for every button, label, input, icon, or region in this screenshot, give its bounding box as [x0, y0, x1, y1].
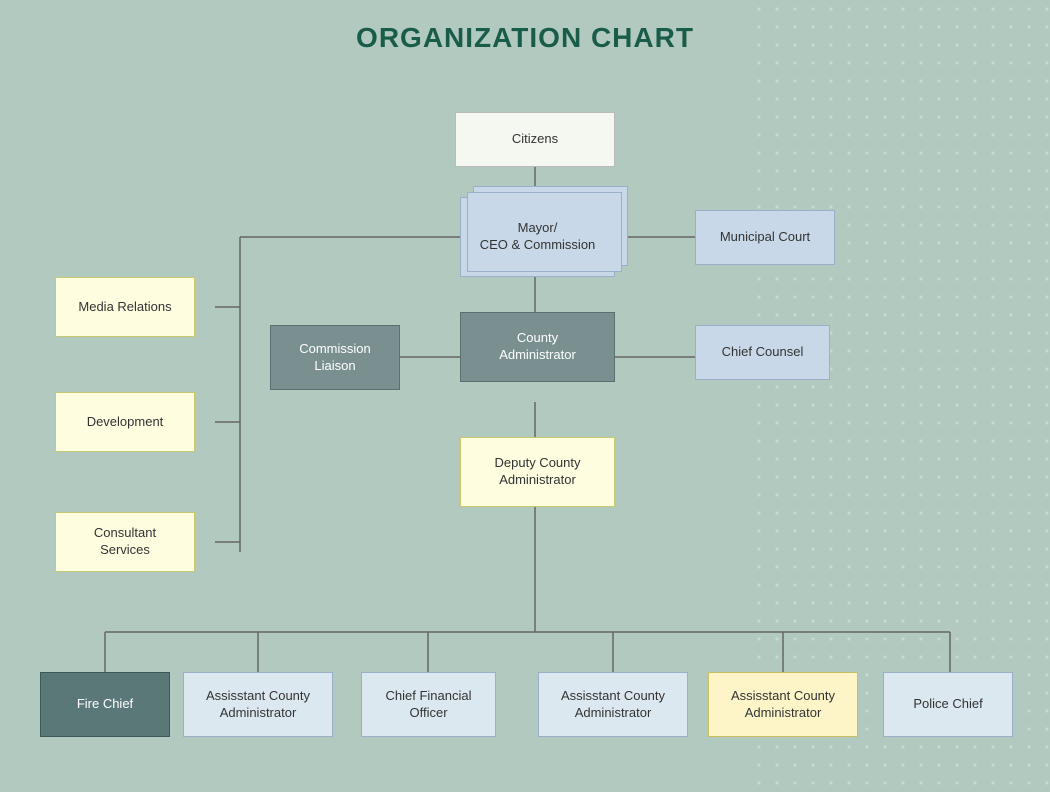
- consultant-services-box: Consultant Services: [55, 512, 195, 572]
- page-title: ORGANIZATION CHART: [0, 0, 1050, 62]
- media-relations-box: Media Relations: [55, 277, 195, 337]
- asst-county-admin-3-box: Assisstant County Administrator: [708, 672, 858, 737]
- cfo-box: Chief Financial Officer: [361, 672, 496, 737]
- asst-county-admin-1-box: Assisstant County Administrator: [183, 672, 333, 737]
- county-administrator-box: County Administrator: [460, 312, 615, 382]
- deputy-county-admin-box: Deputy County Administrator: [460, 437, 615, 507]
- chief-counsel-box: Chief Counsel: [695, 325, 830, 380]
- police-chief-box: Police Chief: [883, 672, 1013, 737]
- citizens-box: Citizens: [455, 112, 615, 167]
- asst-county-admin-2-box: Assisstant County Administrator: [538, 672, 688, 737]
- municipal-court-box: Municipal Court: [695, 210, 835, 265]
- mayor-box: Mayor/ CEO & Commission: [460, 197, 615, 277]
- commission-liaison-box: Commission Liaison: [270, 325, 400, 390]
- fire-chief-box: Fire Chief: [40, 672, 170, 737]
- development-box: Development: [55, 392, 195, 452]
- org-chart: Citizens Mayor/ CEO & Commission Municip…: [0, 62, 1050, 792]
